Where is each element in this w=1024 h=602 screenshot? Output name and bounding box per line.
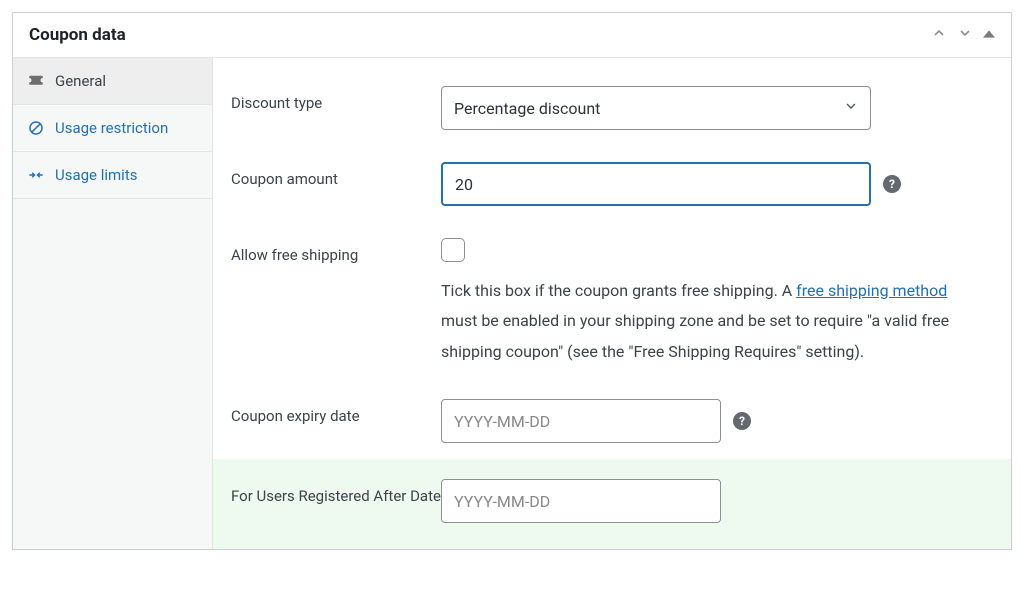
limits-icon: [27, 166, 45, 184]
coupon-amount-input[interactable]: [441, 162, 871, 206]
coupon-data-panel: Coupon data General: [12, 12, 1012, 550]
free-shipping-label: Allow free shipping: [231, 238, 441, 266]
row-free-shipping: Allow free shipping Tick this box if the…: [231, 222, 993, 383]
tab-content: Discount type Percentage discount Coupon…: [213, 58, 1011, 549]
panel-body: General Usage restriction Usage limits D…: [13, 58, 1011, 549]
free-shipping-description: Tick this box if the coupon grants free …: [441, 276, 981, 367]
discount-type-select[interactable]: Percentage discount: [441, 86, 871, 130]
tab-general-label: General: [55, 72, 106, 90]
coupon-expiry-label: Coupon expiry date: [231, 399, 441, 427]
registered-after-input[interactable]: [441, 479, 721, 523]
help-icon[interactable]: ?: [883, 175, 901, 193]
panel-header: Coupon data: [13, 13, 1011, 58]
move-down-icon[interactable]: [957, 25, 973, 45]
row-discount-type: Discount type Percentage discount: [231, 70, 993, 146]
tab-usage-limits-label: Usage limits: [55, 166, 137, 184]
tab-general[interactable]: General: [13, 58, 212, 105]
coupon-amount-label: Coupon amount: [231, 162, 441, 190]
discount-type-label: Discount type: [231, 86, 441, 114]
tabs-sidebar: General Usage restriction Usage limits: [13, 58, 213, 549]
tab-usage-restriction[interactable]: Usage restriction: [13, 105, 212, 152]
free-shipping-checkbox[interactable]: [441, 238, 465, 262]
ban-icon: [27, 119, 45, 137]
ticket-icon: [27, 72, 45, 90]
row-registered-after: For Users Registered After Date: [213, 459, 1011, 549]
tab-usage-restriction-label: Usage restriction: [55, 119, 168, 137]
row-coupon-amount: Coupon amount ?: [231, 146, 993, 222]
move-up-icon[interactable]: [931, 25, 947, 45]
panel-title: Coupon data: [29, 25, 126, 45]
help-icon[interactable]: ?: [733, 412, 751, 430]
registered-after-label: For Users Registered After Date: [231, 479, 441, 507]
row-coupon-expiry: Coupon expiry date ?: [231, 383, 993, 459]
free-shipping-method-link[interactable]: free shipping method: [796, 281, 947, 300]
toggle-collapse-icon[interactable]: [983, 26, 995, 44]
tab-usage-limits[interactable]: Usage limits: [13, 152, 212, 199]
coupon-expiry-input[interactable]: [441, 399, 721, 443]
panel-actions: [931, 25, 995, 45]
